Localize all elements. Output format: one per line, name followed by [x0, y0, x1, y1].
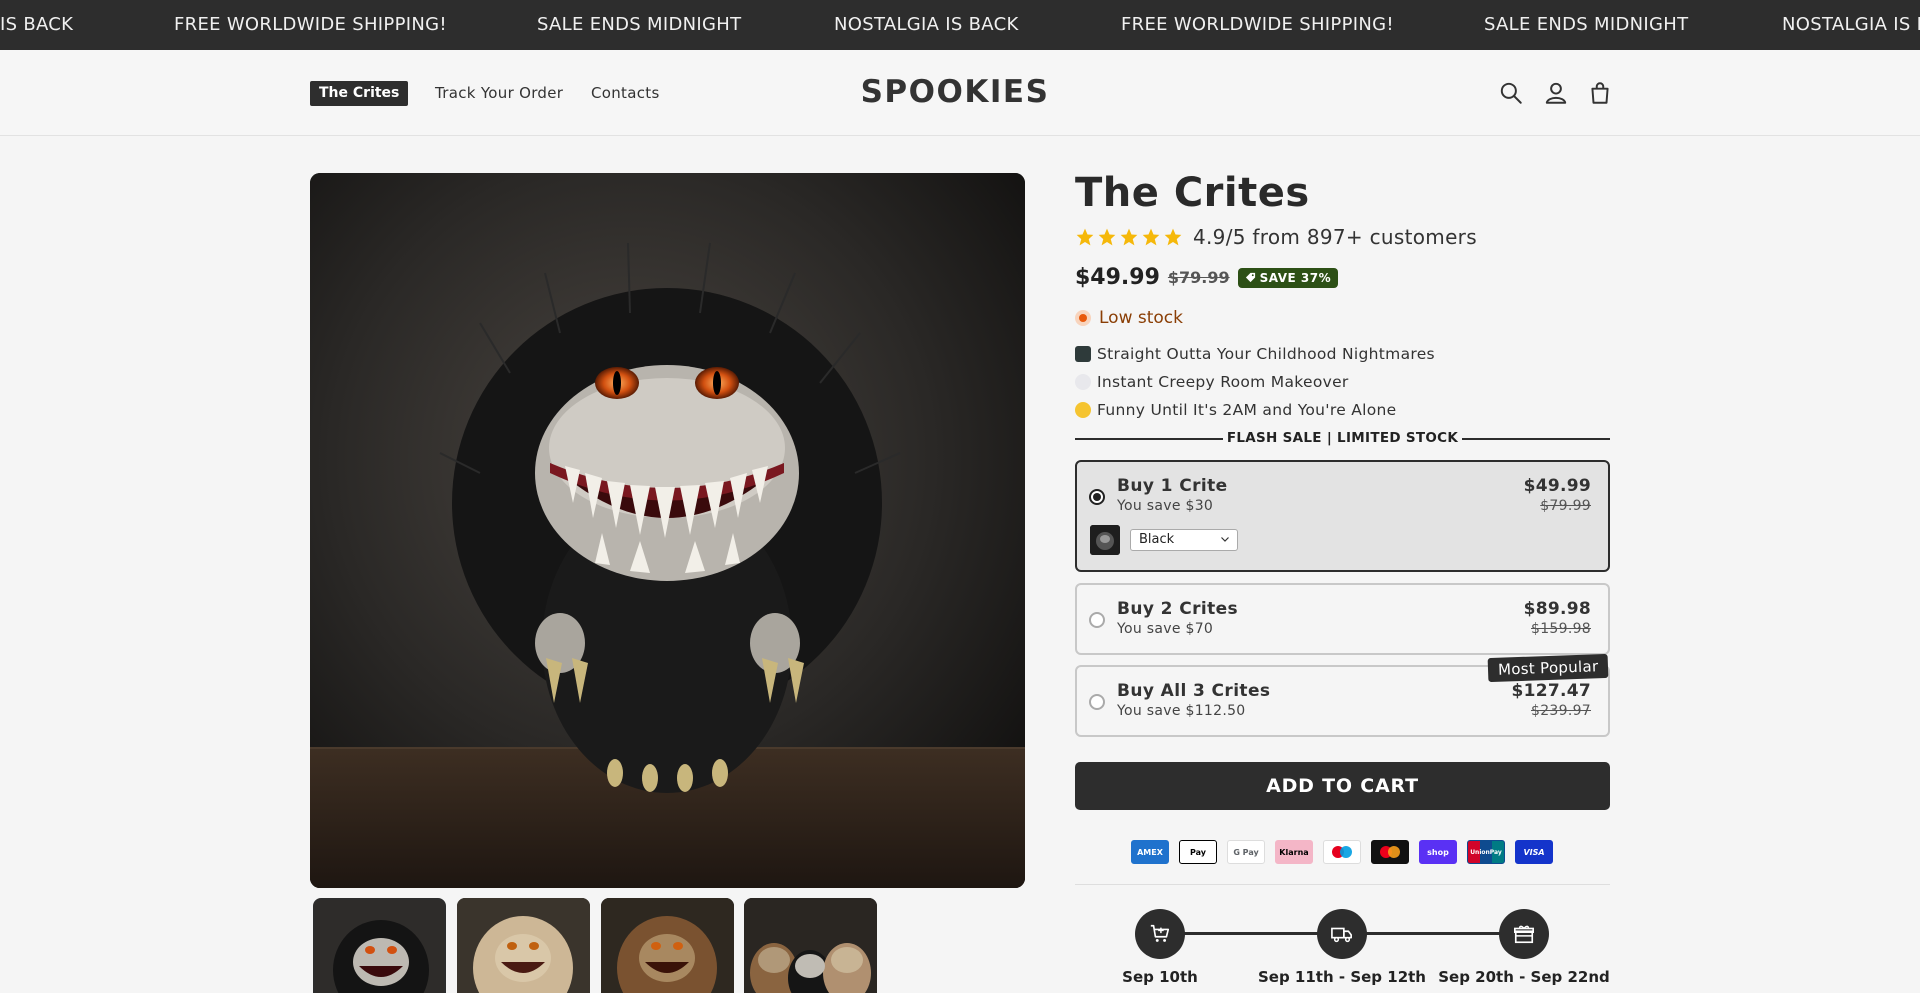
product-thumbnail[interactable] [313, 898, 446, 993]
star-icon [1164, 228, 1182, 246]
bundle-title: Buy 1 Crite [1117, 476, 1228, 496]
stock-text: Low stock [1099, 308, 1183, 328]
bundle-savings: You save $30 [1117, 498, 1214, 514]
tag-icon [1245, 272, 1255, 283]
order-shipped-step [1317, 909, 1367, 959]
bundle-price: $49.99 [1523, 476, 1591, 496]
site-header: The Crites Track Your Order Contacts SPO… [0, 50, 1920, 136]
site-logo[interactable]: SPOOKIES [0, 74, 1910, 110]
announcement-item: IS BACK [0, 14, 74, 35]
feature-item: Instant Creepy Room Makeover [1075, 373, 1349, 391]
star-icon [1076, 228, 1094, 246]
bundle-title: Buy 2 Crites [1117, 599, 1239, 619]
flash-sale-divider: FLASH SALE | LIMITED STOCK [1075, 430, 1610, 448]
shipping-step-date: Sep 20th - Sep 22nd [1438, 968, 1610, 986]
rating-text: 4.9/5 from 897+ customers [1193, 225, 1477, 249]
payment-methods: AMEX Pay G Pay Klarna shop UnionPay VISA [1131, 840, 1553, 864]
price-row: $49.99 $79.99 SAVE 37% [1075, 265, 1339, 290]
search-icon[interactable] [1498, 80, 1524, 106]
bundle-savings: You save $70 [1117, 621, 1214, 637]
shipping-step-date: Sep 11th - Sep 12th [1258, 968, 1426, 986]
save-badge-text: SAVE 37% [1259, 270, 1332, 285]
most-popular-badge: Most Popular [1487, 653, 1609, 683]
section-divider [1075, 884, 1610, 885]
shop-pay-icon: shop [1419, 840, 1457, 864]
announcement-item: NOSTALGIA IS BA [1782, 14, 1920, 35]
rating-stars [1075, 227, 1183, 247]
star-icon [1142, 228, 1160, 246]
announcement-bar: IS BACK FREE WORLDWIDE SHIPPING! SALE EN… [0, 0, 1920, 50]
order-delivered-step [1499, 909, 1549, 959]
ghost-icon [1075, 374, 1091, 390]
radio-unselected[interactable] [1089, 694, 1105, 710]
chevron-down-icon [1221, 537, 1229, 542]
variant-swatch [1090, 525, 1120, 555]
announcement-item: FREE WORLDWIDE SHIPPING! [174, 14, 447, 35]
klarna-icon: Klarna [1275, 840, 1313, 864]
amex-icon: AMEX [1131, 840, 1169, 864]
bundle-title: Buy All 3 Crites [1117, 681, 1271, 701]
bundle-option-1[interactable]: Buy 1 Crite You save $30 $49.99 $79.99 B… [1075, 460, 1610, 572]
cart-add-icon [1150, 924, 1170, 942]
truck-icon [1331, 927, 1352, 943]
compare-price: $79.99 [1167, 268, 1230, 287]
add-to-cart-button[interactable]: ADD TO CART [1075, 762, 1610, 810]
save-badge: SAVE 37% [1237, 267, 1339, 288]
radio-selected[interactable] [1089, 489, 1105, 505]
product-thumbnail[interactable] [744, 898, 877, 993]
flash-sale-title: FLASH SALE | LIMITED STOCK [1226, 430, 1459, 446]
bundle-compare-price: $79.99 [1540, 498, 1591, 514]
cart-icon[interactable] [1587, 80, 1613, 106]
apple-pay-icon: Pay [1179, 840, 1217, 864]
mastercard-icon [1371, 840, 1409, 864]
clapper-icon [1075, 346, 1091, 362]
bundle-option-2[interactable]: Buy 2 Crites You save $70 $89.98 $159.98 [1075, 583, 1610, 655]
maestro-icon [1323, 840, 1361, 864]
unionpay-icon: UnionPay [1467, 840, 1505, 864]
announcement-item: NOSTALGIA IS BACK [834, 14, 1019, 35]
announcement-item: SALE ENDS MIDNIGHT [1484, 14, 1689, 35]
stock-dot-icon [1075, 310, 1091, 326]
google-pay-icon: G Pay [1227, 840, 1265, 864]
star-icon [1098, 228, 1116, 246]
shipping-step-date: Sep 10th [1122, 968, 1198, 986]
feature-text: Instant Creepy Room Makeover [1097, 373, 1349, 391]
product-title: The Crites [1075, 170, 1310, 216]
stock-status: Low stock [1075, 308, 1183, 328]
bundle-price: $127.47 [1511, 681, 1591, 701]
variant-select-value: Black [1139, 532, 1175, 547]
bundle-price: $89.98 [1523, 599, 1591, 619]
product-thumbnail[interactable] [601, 898, 734, 993]
gift-icon [1514, 925, 1534, 944]
product-thumbnail[interactable] [457, 898, 590, 993]
feature-item: Funny Until It's 2AM and You're Alone [1075, 401, 1397, 419]
star-icon [1120, 228, 1138, 246]
product-rating: 4.9/5 from 897+ customers [1075, 225, 1477, 249]
announcement-item: FREE WORLDWIDE SHIPPING! [1121, 14, 1394, 35]
visa-icon: VISA [1515, 840, 1553, 864]
variant-select[interactable]: Black [1130, 529, 1238, 551]
announcement-item: SALE ENDS MIDNIGHT [537, 14, 742, 35]
radio-unselected[interactable] [1089, 612, 1105, 628]
feature-item: Straight Outta Your Childhood Nightmares [1075, 345, 1435, 363]
account-icon[interactable] [1543, 80, 1569, 106]
order-placed-step [1135, 909, 1185, 959]
bundle-compare-price: $239.97 [1531, 703, 1591, 719]
product-main-image[interactable] [310, 173, 1025, 888]
product-price: $49.99 [1075, 265, 1160, 290]
feature-text: Funny Until It's 2AM and You're Alone [1097, 401, 1397, 419]
feature-text: Straight Outta Your Childhood Nightmares [1097, 345, 1435, 363]
bundle-savings: You save $112.50 [1117, 703, 1246, 719]
bundle-compare-price: $159.98 [1531, 621, 1591, 637]
laughing-emoji-icon [1075, 402, 1091, 418]
